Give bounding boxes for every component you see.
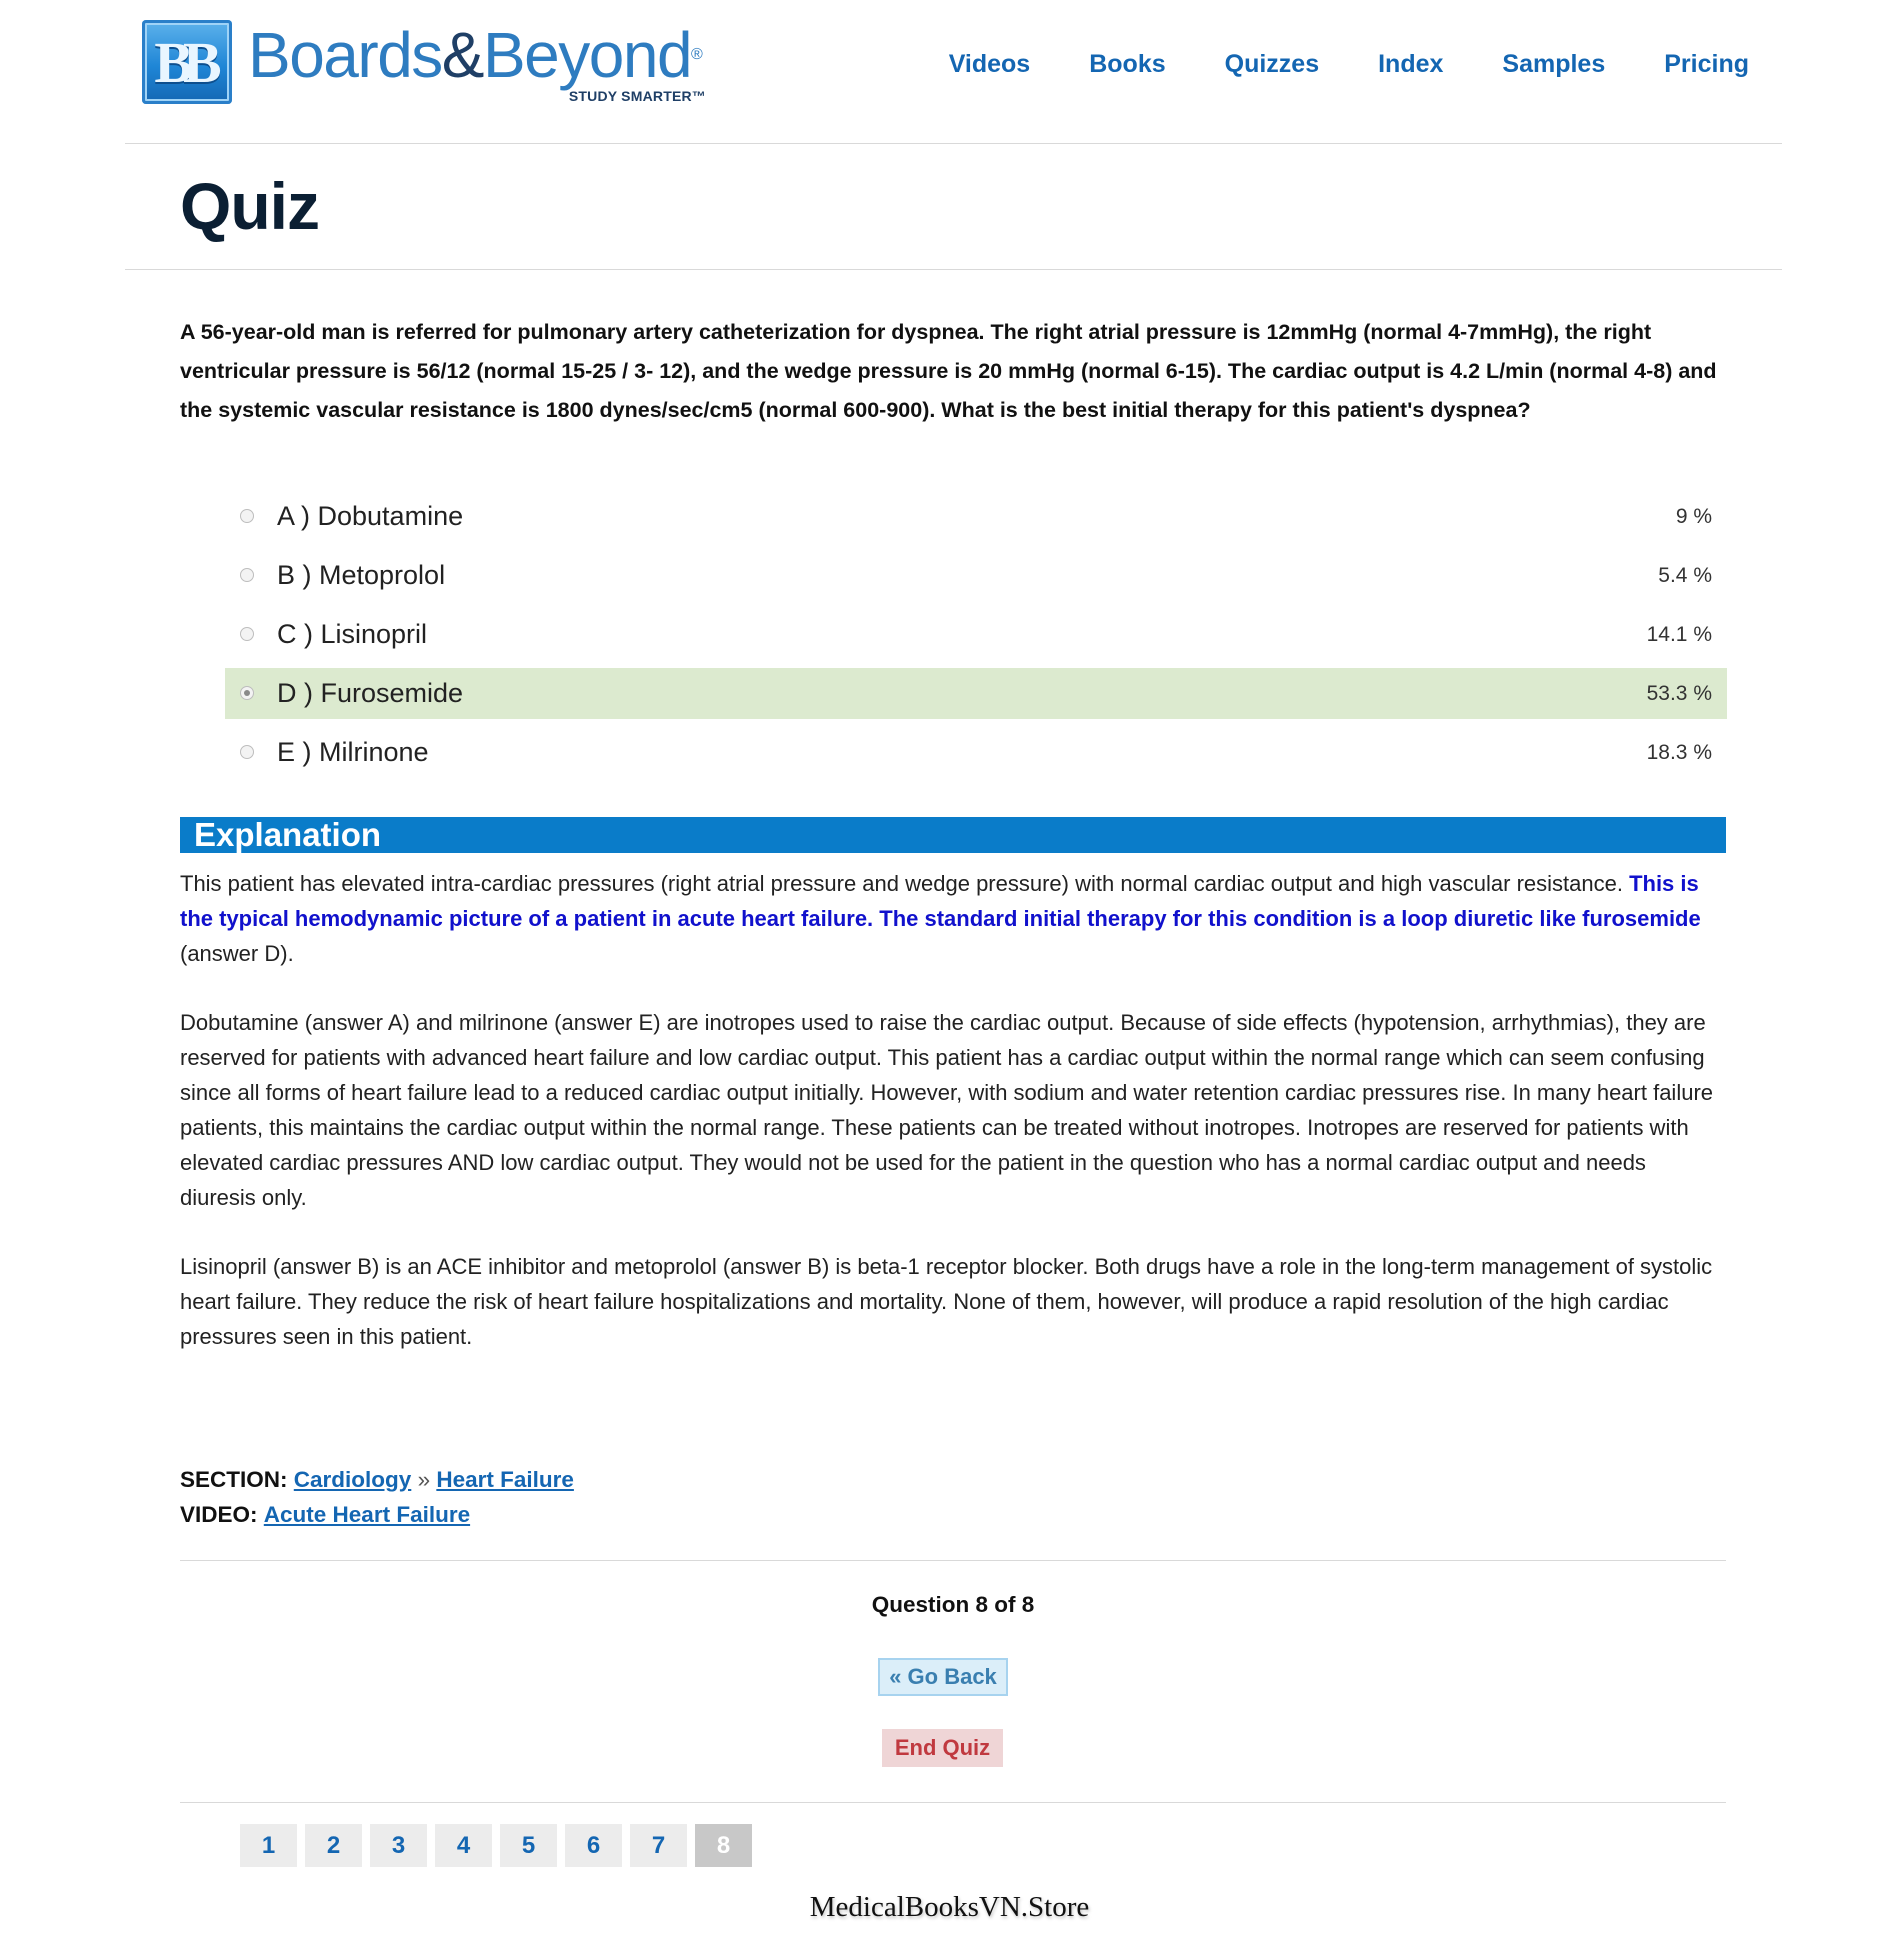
answer-label: C ) Lisinopril xyxy=(277,619,428,649)
radio-button-selected[interactable] xyxy=(240,686,254,700)
logo-word-part1: Boards xyxy=(248,19,443,91)
header-divider xyxy=(125,143,1782,144)
video-label: VIDEO: xyxy=(180,1502,258,1527)
nav-videos[interactable]: Videos xyxy=(949,50,1031,79)
answer-percent: 9 % xyxy=(1675,504,1712,528)
page-link-5[interactable]: 5 xyxy=(500,1824,557,1867)
page-link-4[interactable]: 4 xyxy=(435,1824,492,1867)
video-link[interactable]: Acute Heart Failure xyxy=(264,1502,470,1527)
go-back-button[interactable]: « Go Back xyxy=(878,1658,1008,1696)
bb-logo-badge: BB xyxy=(142,20,232,104)
nav-index[interactable]: Index xyxy=(1378,50,1443,79)
page-title: Quiz xyxy=(180,169,320,243)
radio-button[interactable] xyxy=(240,568,254,582)
explanation-paragraph-2: Dobutamine (answer A) and milrinone (ans… xyxy=(180,1010,1714,1210)
answer-option-d[interactable]: D ) Furosemide 53.3 % xyxy=(225,668,1727,719)
explanation-heading: Explanation xyxy=(180,817,1726,853)
footer-divider-top xyxy=(180,1560,1726,1561)
explanation-body: This patient has elevated intra-cardiac … xyxy=(180,866,1726,1388)
explanation-paragraph-3: Lisinopril (answer B) is an ACE inhibito… xyxy=(180,1254,1713,1349)
page-link-1[interactable]: 1 xyxy=(240,1824,297,1867)
explanation-text: (answer D). xyxy=(180,941,294,966)
page-link-2[interactable]: 2 xyxy=(305,1824,362,1867)
nav-samples[interactable]: Samples xyxy=(1502,50,1605,79)
logo-tagline: STUDY SMARTER™ xyxy=(568,88,706,104)
nav-quizzes[interactable]: Quizzes xyxy=(1225,50,1319,79)
question-stem: A 56-year-old man is referred for pulmon… xyxy=(180,320,1717,422)
answer-label: D ) Furosemide xyxy=(277,678,464,708)
page-link-8-current: 8 xyxy=(695,1824,752,1867)
nav-pricing[interactable]: Pricing xyxy=(1664,50,1749,79)
logo-registered-mark: ® xyxy=(691,46,703,63)
answer-label: A ) Dobutamine xyxy=(277,501,464,531)
page-link-7[interactable]: 7 xyxy=(630,1824,687,1867)
answer-label: B ) Metoprolol xyxy=(277,560,446,590)
page-link-3[interactable]: 3 xyxy=(370,1824,427,1867)
topic-meta: SECTION: Cardiology » Heart Failure VIDE… xyxy=(180,1462,574,1532)
main-nav: Videos Books Quizzes Index Samples Prici… xyxy=(890,50,1749,79)
section-line: SECTION: Cardiology » Heart Failure xyxy=(180,1462,574,1497)
question-counter: Question 8 of 8 xyxy=(871,1592,1035,1617)
breadcrumb-separator: » xyxy=(417,1467,431,1492)
page-link-6[interactable]: 6 xyxy=(565,1824,622,1867)
answer-option-a[interactable]: A ) Dobutamine 9 % xyxy=(225,491,1727,542)
radio-button[interactable] xyxy=(240,745,254,759)
answer-list: A ) Dobutamine 9 % B ) Metoprolol 5.4 % … xyxy=(225,491,1727,786)
logo-ampersand: & xyxy=(441,19,485,91)
section-link-cardiology[interactable]: Cardiology xyxy=(294,1467,412,1492)
radio-button[interactable] xyxy=(240,627,254,641)
answer-percent: 5.4 % xyxy=(1658,563,1712,587)
section-label: SECTION: xyxy=(180,1467,288,1492)
answer-option-b[interactable]: B ) Metoprolol 5.4 % xyxy=(225,550,1727,601)
footer-divider-bottom xyxy=(180,1802,1726,1803)
radio-button[interactable] xyxy=(240,509,254,523)
answer-percent: 53.3 % xyxy=(1646,681,1712,705)
answer-label: E ) Milrinone xyxy=(277,737,429,767)
boards-and-beyond-logo[interactable]: BB Boards&Beyond® STUDY SMARTER™ xyxy=(142,20,718,104)
logo-word: Boards&Beyond® xyxy=(248,19,703,91)
end-quiz-button[interactable]: End Quiz xyxy=(882,1729,1003,1767)
logo-word-part2: Beyond xyxy=(482,19,693,91)
nav-books[interactable]: Books xyxy=(1089,50,1165,79)
title-divider xyxy=(125,269,1782,270)
logo-wordmark: Boards&Beyond® STUDY SMARTER™ xyxy=(248,20,718,104)
answer-percent: 18.3 % xyxy=(1646,740,1712,764)
video-line: VIDEO: Acute Heart Failure xyxy=(180,1497,574,1532)
question-pagination: 1 2 3 4 5 6 7 8 xyxy=(240,1824,760,1867)
watermark-text: MedicalBooksVN.Store xyxy=(809,1891,1090,1923)
section-link-heart-failure[interactable]: Heart Failure xyxy=(436,1467,574,1492)
answer-option-c[interactable]: C ) Lisinopril 14.1 % xyxy=(225,609,1727,660)
answer-percent: 14.1 % xyxy=(1646,622,1712,646)
explanation-text: This patient has elevated intra-cardiac … xyxy=(180,871,1630,896)
quiz-page: BB Boards&Beyond® STUDY SMARTER™ Videos … xyxy=(0,0,1899,1953)
answer-option-e[interactable]: E ) Milrinone 18.3 % xyxy=(225,727,1727,778)
explanation-paragraph-1: This patient has elevated intra-cardiac … xyxy=(180,866,1726,971)
